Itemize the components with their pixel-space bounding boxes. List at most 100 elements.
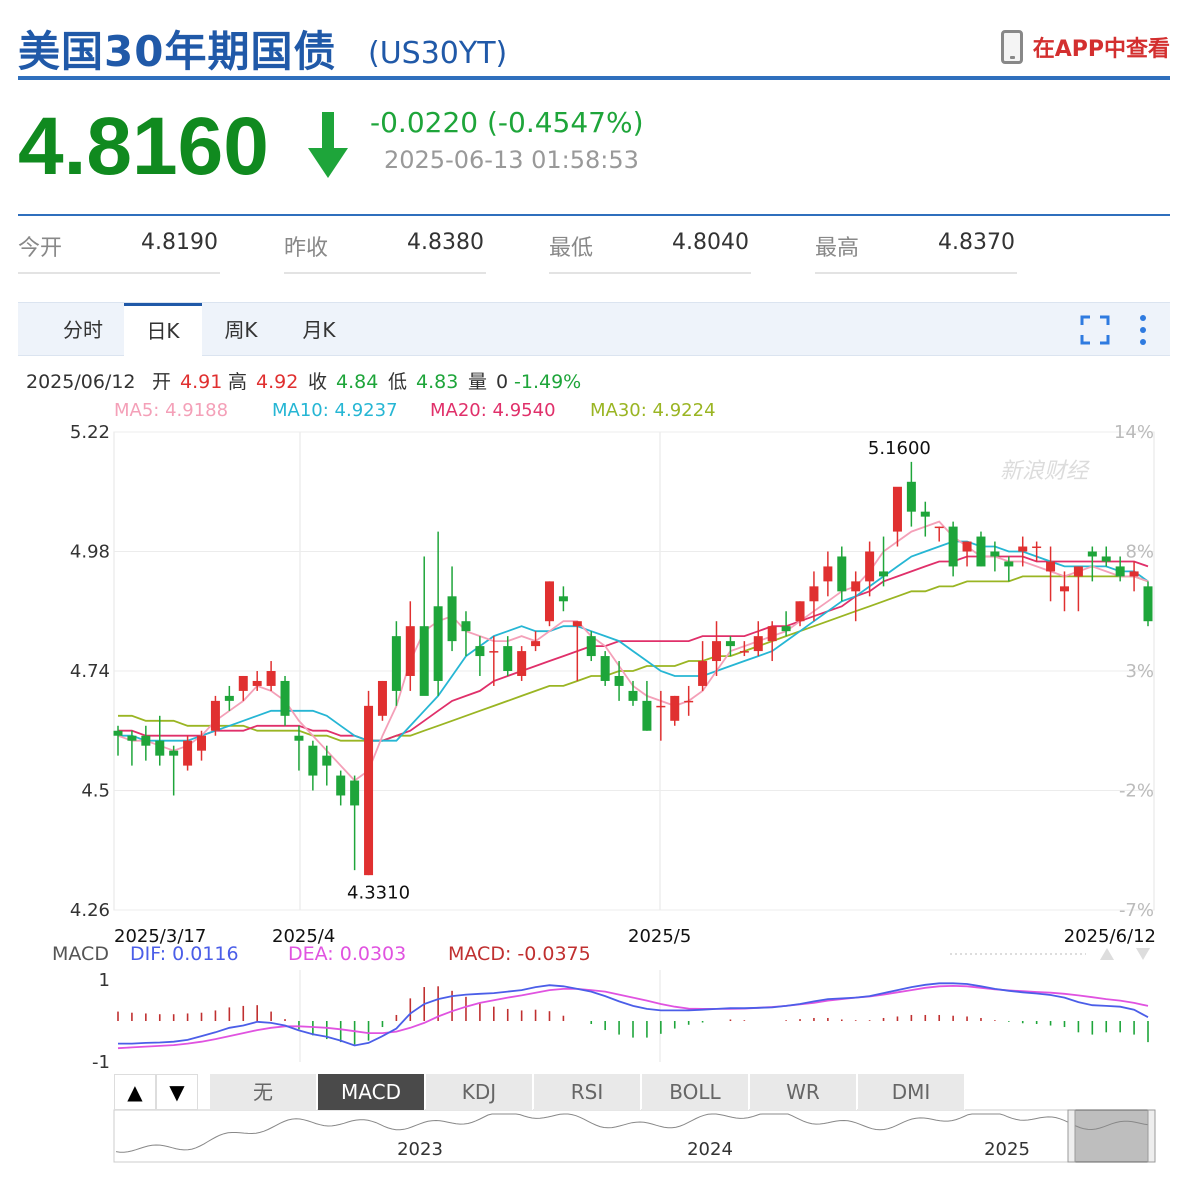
open-in-app-label: 在APP中查看 <box>1032 37 1170 62</box>
candle-body <box>364 705 374 876</box>
chart-tabbar: 分时 日K 周K 月K <box>18 302 1170 357</box>
stat-low: 最低 4.8040 <box>549 226 751 274</box>
overview-window[interactable] <box>1071 1109 1155 1163</box>
stat-open: 今开 4.8190 <box>18 226 220 274</box>
overview-year: 2023 <box>397 1139 443 1160</box>
candle-body <box>767 626 777 642</box>
ma30-line <box>118 575 1149 742</box>
price-change: -0.0220 (-0.4547%) <box>370 106 644 139</box>
candle-body <box>169 750 179 756</box>
nav-down-button[interactable]: ▼ <box>156 1074 198 1110</box>
sina-watermark: 新浪财经 <box>1000 459 1090 484</box>
arrow-down-icon <box>308 112 348 178</box>
candle-body <box>684 700 694 703</box>
quote-panel: 4.8160 -0.0220 (-0.4547%) 2025-06-13 01:… <box>18 90 1170 216</box>
candle-body <box>1101 556 1111 562</box>
ma20-line <box>118 555 1149 742</box>
candle-body <box>517 651 527 676</box>
indicator-toolbar: ▲ ▼ 无 MACD KDJ RSI BOLL WR DMI <box>114 1074 974 1110</box>
overview-right-handle[interactable] <box>1147 1109 1156 1163</box>
ma10-legend: MA10: 4.9237 <box>272 400 398 421</box>
stat-high: 最高 4.8370 <box>815 226 1017 274</box>
candle-body <box>280 680 290 716</box>
candle-body <box>183 740 193 766</box>
overview-year: 2025 <box>984 1139 1030 1160</box>
candle-body <box>475 646 485 657</box>
candle-body <box>447 596 457 642</box>
indicator-boll-button[interactable]: BOLL <box>642 1074 749 1110</box>
tab-monthly-k[interactable]: 月K <box>280 303 358 355</box>
x-tick-label: 2025/5 <box>628 926 691 947</box>
candle-body <box>391 636 401 691</box>
overview-year: 2024 <box>687 1139 733 1160</box>
indicator-dmi-button[interactable]: DMI <box>858 1074 965 1110</box>
overview-left-handle[interactable] <box>1067 1109 1076 1163</box>
candle-body <box>614 675 624 686</box>
x-tick-label: 2025/6/12 <box>1064 926 1156 947</box>
candle-body <box>266 671 276 686</box>
info-date: 2025/06/12 <box>26 371 136 393</box>
candle-body <box>155 740 165 756</box>
candle-body <box>670 695 680 721</box>
stat-value: 4.8040 <box>672 230 749 255</box>
info-high: 4.92 <box>256 371 298 393</box>
candle-body <box>934 526 944 529</box>
tab-daily-k[interactable]: 日K <box>124 303 202 357</box>
candle-body <box>224 695 234 701</box>
phone-icon <box>1000 30 1023 64</box>
candle-body <box>920 511 930 517</box>
info-low: 4.83 <box>416 371 458 393</box>
open-in-app-link[interactable]: 在APP中查看 <box>1000 30 1170 64</box>
info-open: 4.91 <box>180 371 222 393</box>
candle-body <box>503 646 513 671</box>
y-tick-pct-label: 14% <box>1114 422 1154 443</box>
candle-body <box>294 735 304 741</box>
stat-label: 昨收 <box>284 236 329 261</box>
indicator-rsi-button[interactable]: RSI <box>534 1074 641 1110</box>
y-tick-pct-label: -2% <box>1119 781 1154 802</box>
indicator-none-button[interactable]: 无 <box>210 1074 317 1110</box>
page-header: 美国30年期国债 (US30YT) 在APP中查看 <box>18 14 1170 80</box>
candle-body <box>753 636 763 652</box>
ma20-legend: MA20: 4.9540 <box>430 400 556 421</box>
info-low-label: 低 <box>388 371 407 393</box>
candle-body <box>990 551 1000 557</box>
candle-body <box>628 690 638 701</box>
indicator-wr-button[interactable]: WR <box>750 1074 857 1110</box>
candle-body <box>489 651 499 653</box>
candle-body <box>809 586 819 602</box>
candle-body <box>851 581 861 592</box>
scroll-up-icon[interactable] <box>1100 948 1114 960</box>
tab-weekly-k[interactable]: 周K <box>202 303 280 355</box>
candle-body <box>906 481 916 512</box>
fullscreen-icon[interactable] <box>1080 315 1110 345</box>
candle-body <box>1032 546 1042 549</box>
candle-body <box>892 486 902 532</box>
candle-body <box>252 680 262 686</box>
quote-timestamp: 2025-06-13 01:58:53 <box>384 146 639 174</box>
last-price: 4.8160 <box>18 101 269 192</box>
stat-label: 最高 <box>815 236 860 261</box>
candle-body <box>238 675 248 691</box>
candle-body <box>725 641 735 647</box>
page-title: 美国30年期国债 <box>18 27 337 76</box>
candle-body <box>322 755 332 766</box>
nav-up-button[interactable]: ▲ <box>114 1074 156 1110</box>
y-tick-label: 4.26 <box>70 900 110 921</box>
candle-body <box>1059 586 1069 592</box>
candle-body <box>405 626 415 676</box>
tab-intraday[interactable]: 分时 <box>44 303 122 355</box>
y-tick-pct-label: -7% <box>1119 900 1154 921</box>
high-annotation: 5.1600 <box>868 438 931 459</box>
low-annotation: 4.3310 <box>347 883 410 904</box>
macd-tick-label: 1 <box>99 970 110 991</box>
indicator-kdj-button[interactable]: KDJ <box>426 1074 533 1110</box>
scroll-down-icon[interactable] <box>1136 948 1150 960</box>
candle-body <box>781 626 791 632</box>
more-vertical-icon[interactable] <box>1136 313 1150 347</box>
info-vol: 0 <box>496 371 508 393</box>
candle-body <box>1115 566 1125 577</box>
indicator-macd-button[interactable]: MACD <box>318 1074 425 1110</box>
ma30-legend: MA30: 4.9224 <box>590 400 716 421</box>
kline-chart[interactable]: 2025/06/12 开 4.91 高 4.92 收 4.84 低 4.83 量… <box>0 362 1200 1198</box>
